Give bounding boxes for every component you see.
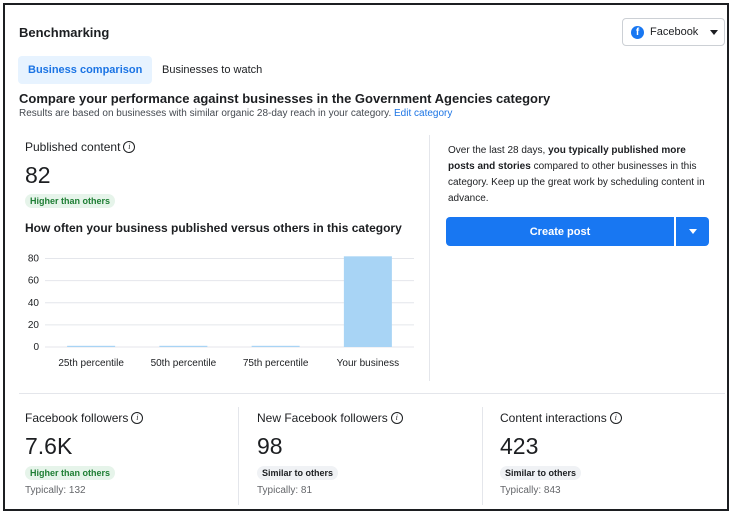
metric-typical: Typically: 843 bbox=[500, 485, 561, 496]
metric-divider bbox=[238, 407, 239, 505]
bar-your-business[interactable] bbox=[343, 256, 392, 347]
published-bar-chart: 0 20 40 60 80 25th percentile 50th percentile 7… bbox=[28, 254, 414, 369]
create-post-button[interactable]: Create post bbox=[446, 217, 674, 246]
benchmarking-panel: Benchmarking f Facebook Business compari… bbox=[3, 3, 729, 511]
chart-title: How often your business published versus… bbox=[25, 221, 402, 235]
facebook-icon: f bbox=[631, 25, 644, 39]
published-content-value: 82 bbox=[25, 162, 51, 188]
info-icon[interactable]: i bbox=[609, 412, 622, 424]
metric-divider bbox=[482, 407, 483, 505]
info-icon[interactable]: i bbox=[131, 412, 144, 424]
metric-value: 7.6K bbox=[25, 433, 73, 459]
metric-label-text: New Facebook followers bbox=[257, 411, 388, 425]
platform-label: Facebook bbox=[650, 26, 699, 38]
insight-prefix: Over the last 28 days, bbox=[448, 145, 549, 156]
create-post-options-button[interactable] bbox=[676, 217, 709, 246]
y-tick-label: 40 bbox=[28, 298, 40, 309]
chevron-down-icon bbox=[688, 229, 697, 234]
bar-50th-percentile[interactable] bbox=[159, 345, 208, 347]
platform-dropdown[interactable]: f Facebook bbox=[622, 18, 725, 46]
x-tick-label: 75th percentile bbox=[243, 358, 309, 369]
edit-category-link[interactable]: Edit category bbox=[394, 108, 452, 119]
section-divider bbox=[19, 393, 725, 394]
y-tick-label: 0 bbox=[33, 342, 39, 353]
info-icon[interactable]: i bbox=[123, 141, 136, 153]
insight-text: Over the last 28 days, you typically pub… bbox=[448, 143, 710, 207]
y-tick-label: 60 bbox=[28, 276, 40, 287]
metric-badge: Similar to others bbox=[257, 466, 339, 480]
y-tick-label: 20 bbox=[28, 320, 40, 331]
bar-25th-percentile[interactable] bbox=[67, 345, 116, 347]
metric-label: Facebook followers i bbox=[25, 411, 144, 425]
published-content-label-text: Published content bbox=[25, 140, 121, 154]
metric-badge: Higher than others bbox=[25, 466, 116, 480]
metric-badge: Similar to others bbox=[500, 466, 582, 480]
section-title: Compare your performance against busines… bbox=[19, 91, 551, 106]
metric-value: 423 bbox=[500, 433, 539, 459]
metric-label-text: Facebook followers bbox=[25, 411, 129, 425]
section-subtitle: Results are based on businesses with sim… bbox=[19, 108, 452, 119]
tab-businesses-to-watch[interactable]: Businesses to watch bbox=[152, 56, 272, 84]
chevron-down-icon bbox=[710, 29, 719, 35]
panel-title: Benchmarking bbox=[19, 25, 110, 40]
column-divider bbox=[429, 135, 430, 381]
metric-value: 98 bbox=[257, 433, 283, 459]
x-tick-label: Your business bbox=[337, 358, 399, 369]
bar-75th-percentile[interactable] bbox=[251, 345, 300, 347]
published-content-badge: Higher than others bbox=[25, 194, 116, 208]
metric-label: New Facebook followers i bbox=[257, 411, 403, 425]
x-tick-label: 50th percentile bbox=[151, 358, 217, 369]
metric-typical: Typically: 132 bbox=[25, 485, 86, 496]
published-content-label: Published content i bbox=[25, 140, 136, 154]
section-subtitle-text: Results are based on businesses with sim… bbox=[19, 108, 392, 119]
info-icon[interactable]: i bbox=[390, 412, 403, 424]
metric-label-text: Content interactions bbox=[500, 411, 607, 425]
metric-label: Content interactions i bbox=[500, 411, 622, 425]
x-tick-label: 25th percentile bbox=[58, 358, 124, 369]
metric-typical: Typically: 81 bbox=[257, 485, 313, 496]
y-tick-label: 80 bbox=[28, 254, 40, 265]
tab-business-comparison[interactable]: Business comparison bbox=[18, 56, 153, 84]
